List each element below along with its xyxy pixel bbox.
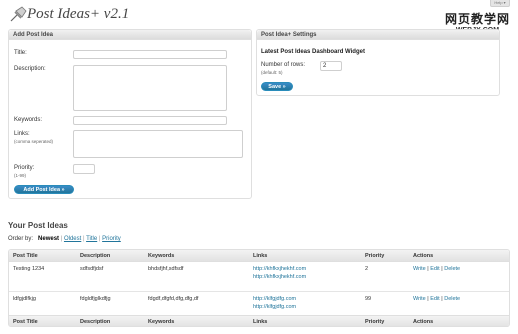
delete-link[interactable]: Delete — [444, 296, 460, 302]
watermark-title: 网页教学网 — [444, 12, 510, 26]
keywords-label: Keywords: — [14, 117, 43, 123]
row-link[interactable]: http://khfkxjhekhf.com — [253, 274, 306, 280]
row-actions: Write | Edit | Delete — [413, 296, 461, 302]
add-post-idea-panel: Add Post Idea Title: Description: Keywor… — [8, 29, 252, 199]
help-tab[interactable]: Help ▾ — [490, 0, 510, 7]
table-row: ldfgjdlfkjg fdgldfjglkdfjg fdgdf,dfgfd,d… — [9, 292, 509, 316]
row-description: sdfsdfjdsf — [80, 266, 104, 272]
order-oldest-link[interactable]: Oldest — [64, 236, 81, 242]
description-textarea[interactable] — [73, 65, 227, 111]
row-title: Testing 1234 — [13, 266, 45, 272]
col-description: Description — [80, 253, 111, 259]
row-description: fdgldfjglkdfjg — [80, 296, 111, 302]
delete-link[interactable]: Delete — [444, 266, 460, 272]
row-actions: Write | Edit | Delete — [413, 266, 461, 272]
col-post-title: Post Title — [13, 319, 38, 325]
priority-input[interactable] — [73, 164, 95, 174]
description-label: Description: — [14, 66, 46, 72]
row-priority: 2 — [365, 266, 369, 272]
row-keywords: bhdsfjhf,sdfsdf — [148, 266, 184, 272]
rows-hint: (default: 5) — [261, 70, 283, 75]
write-link[interactable]: Write — [413, 266, 426, 272]
edit-link[interactable]: Edit — [430, 266, 439, 272]
save-button[interactable]: Save » — [261, 82, 293, 91]
col-description: Description — [80, 319, 111, 325]
col-actions: Actions — [413, 253, 434, 259]
col-keywords: Keywords — [148, 253, 175, 259]
order-priority-link[interactable]: Priority — [102, 236, 121, 242]
col-actions: Actions — [413, 319, 434, 325]
col-links: Links — [253, 253, 268, 259]
col-keywords: Keywords — [148, 319, 175, 325]
row-keywords: fdgdf,dfgfd,dfg,dfg,df — [148, 296, 199, 302]
page-title: Post Ideas+ v2.1 — [27, 6, 130, 22]
col-post-title: Post Title — [13, 253, 38, 259]
links-label: Links: — [14, 131, 30, 137]
pushpin-icon — [10, 6, 27, 22]
order-by-label: Order by: — [8, 236, 34, 242]
title-label: Title: — [14, 50, 27, 56]
order-newest: Newest — [38, 236, 60, 242]
keywords-input[interactable] — [73, 116, 227, 125]
col-links: Links — [253, 319, 268, 325]
row-priority: 99 — [365, 296, 372, 302]
add-post-idea-button[interactable]: Add Post Idea » — [14, 185, 74, 194]
table-row: Testing 1234 sdfsdfjdsf bhdsfjhf,sdfsdf … — [9, 262, 509, 292]
your-post-ideas-heading: Your Post Ideas — [8, 221, 68, 230]
col-priority: Priority — [365, 253, 385, 259]
order-title-link[interactable]: Title — [86, 236, 97, 242]
priority-hint: (1-99) — [14, 173, 27, 178]
links-hint: (comma seperated) — [14, 139, 54, 144]
table-header-row: Post Title Description Keywords Links Pr… — [9, 250, 509, 262]
settings-heading: Post Idea+ Settings — [257, 30, 499, 40]
title-input[interactable] — [73, 50, 227, 59]
col-priority: Priority — [365, 319, 385, 325]
order-by-bar: Order by: Newest | Oldest | Title | Prio… — [8, 236, 121, 242]
priority-label: Priority: — [14, 165, 35, 171]
row-link[interactable]: http://khfkxjhekhf.com — [253, 266, 306, 272]
table-footer-row: Post Title Description Keywords Links Pr… — [9, 315, 509, 326]
rows-input[interactable]: 2 — [320, 61, 342, 71]
widget-title: Latest Post Ideas Dashboard Widget — [261, 49, 365, 55]
post-ideas-table: Post Title Description Keywords Links Pr… — [8, 249, 510, 327]
settings-panel: Post Idea+ Settings Latest Post Ideas Da… — [256, 29, 500, 96]
add-post-idea-heading: Add Post Idea — [9, 30, 251, 40]
row-link[interactable]: http://klfgjdfg.com — [253, 304, 296, 310]
row-title: ldfgjdlfkjg — [13, 296, 36, 302]
write-link[interactable]: Write — [413, 296, 426, 302]
links-textarea[interactable] — [73, 130, 243, 158]
rows-label: Number of rows: — [261, 62, 306, 68]
edit-link[interactable]: Edit — [430, 296, 439, 302]
row-link[interactable]: http://klfgjdfg.com — [253, 296, 296, 302]
